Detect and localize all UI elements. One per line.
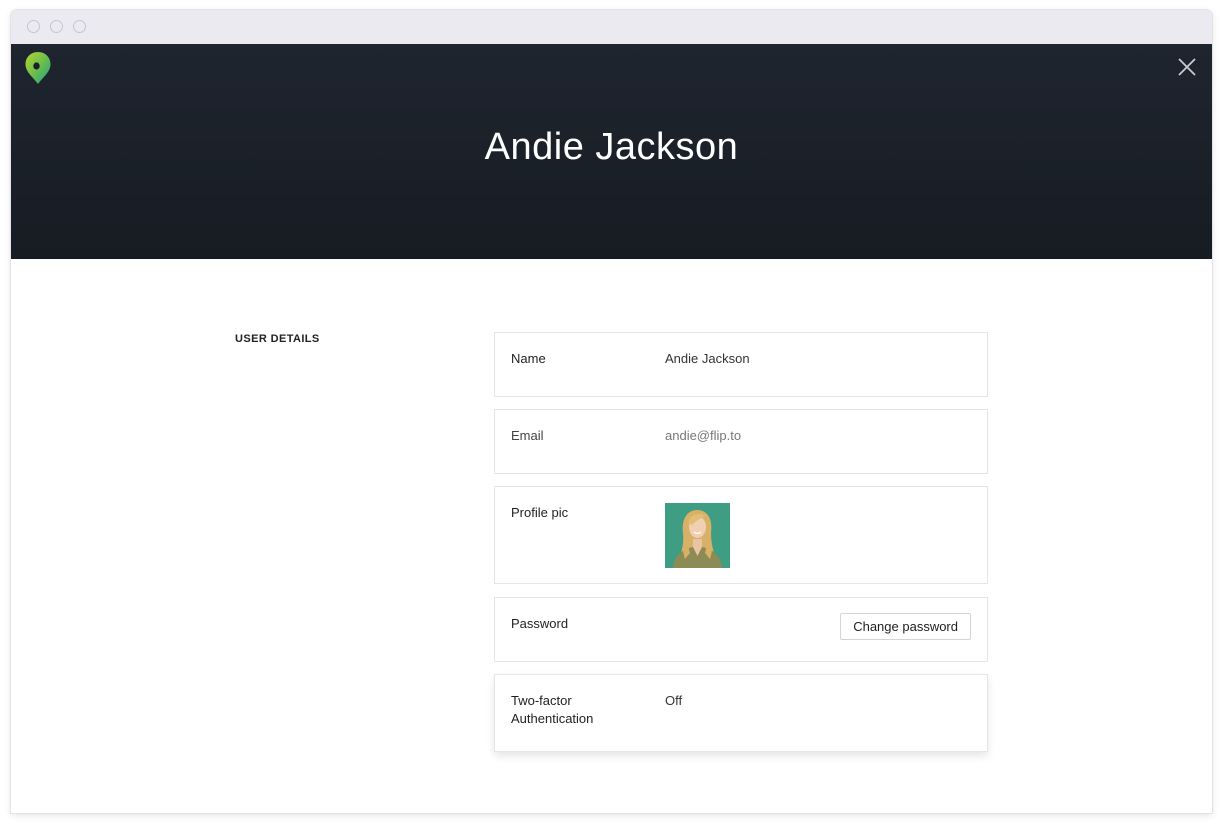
name-field-card: Name Andie Jackson xyxy=(494,332,988,397)
browser-window: Andie Jackson USER DETAILS Name Andie Ja… xyxy=(11,10,1212,813)
password-field-card: Password Change password xyxy=(494,597,988,662)
close-icon[interactable] xyxy=(1176,56,1198,78)
password-label: Password xyxy=(511,616,569,631)
email-value: andie@flip.to xyxy=(665,428,742,443)
two-factor-status[interactable]: Off xyxy=(665,692,682,710)
name-label: Name xyxy=(511,351,546,366)
profile-pic-field-card: Profile pic xyxy=(494,486,988,584)
profile-pic-label: Profile pic xyxy=(511,505,569,520)
name-value[interactable]: Andie Jackson xyxy=(665,350,750,368)
window-zoom-dot[interactable] xyxy=(73,20,86,33)
window-close-dot[interactable] xyxy=(27,20,40,33)
page-title: Andie Jackson xyxy=(484,126,739,168)
two-factor-label: Two-factor Authentication xyxy=(511,692,593,728)
profile-photo[interactable] xyxy=(665,503,730,568)
change-password-button[interactable]: Change password xyxy=(840,613,971,640)
window-titlebar xyxy=(11,10,1212,44)
window-minimize-dot[interactable] xyxy=(50,20,63,33)
email-field-card: Email andie@flip.to xyxy=(494,409,988,474)
section-heading-user-details: USER DETAILS xyxy=(235,333,320,345)
profile-header: Andie Jackson xyxy=(11,44,1212,259)
two-factor-label-line1: Two-factor xyxy=(511,693,572,708)
map-pin-logo-icon[interactable] xyxy=(24,51,52,85)
two-factor-label-line2: Authentication xyxy=(511,711,594,726)
email-label: Email xyxy=(511,428,544,443)
two-factor-field-card: Two-factor Authentication Off xyxy=(494,674,988,752)
